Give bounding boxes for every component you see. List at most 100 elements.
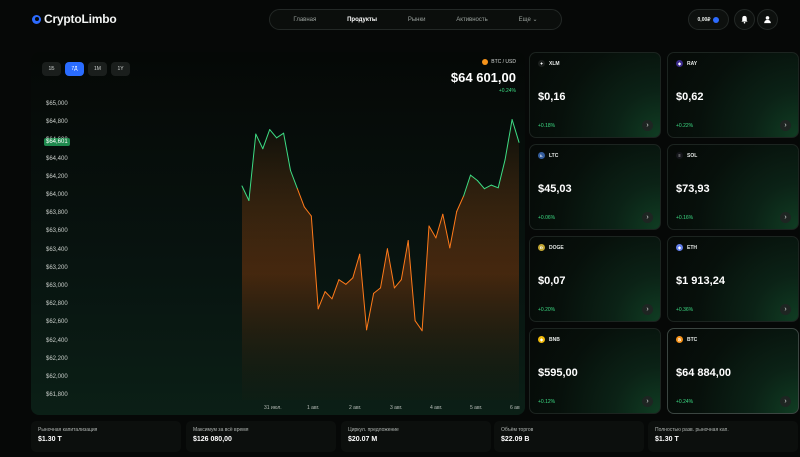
nav-item-activity[interactable]: Активность (456, 17, 488, 23)
coin-symbol: RAY (687, 60, 698, 67)
coin-price: $1 913,24 (676, 275, 725, 287)
stat-card: Объём торгов $22.09 B (494, 421, 644, 452)
coin-card-bnb[interactable]: ◆ BNB $595,00 +0.12% › (529, 328, 661, 414)
stat-label: Рыночная капитализация (38, 427, 98, 433)
coin-card-header: ≡ SOL (676, 152, 697, 159)
arrow-right-icon[interactable]: › (642, 120, 653, 131)
coin-card-header: Ð DOGE (538, 244, 564, 251)
coin-card-ray[interactable]: ◆ RAY $0,62 +0.22% › (667, 52, 799, 138)
coin-change: +0.12% (538, 399, 556, 405)
nav-item-more[interactable]: Еще ⌄ (519, 16, 538, 23)
y-axis-label: $61,800 (46, 392, 68, 399)
y-axis-label: $65,000 (46, 101, 68, 107)
y-axis-label: $63,600 (46, 228, 68, 235)
btc-icon (482, 59, 489, 65)
eth-icon: ◆ (676, 244, 683, 251)
arrow-right-icon[interactable]: › (642, 396, 653, 407)
wallet-balance-button[interactable]: 0,00₽ (688, 9, 729, 30)
coin-change: +0.06% (538, 215, 556, 221)
y-axis-label: $64,400 (46, 155, 68, 162)
y-axis-label: $62,200 (46, 355, 68, 362)
y-axis-label: $64,200 (46, 173, 68, 180)
coin-card-header: ◆ ETH (676, 244, 697, 251)
coin-symbol: BTC (687, 336, 698, 343)
timeframe-7d[interactable]: 7Д (65, 62, 84, 76)
stat-card: Полностью разв. рыночная кап. $1.30 T (648, 421, 798, 452)
y-axis-label: $62,000 (46, 374, 68, 380)
nav-item-home[interactable]: Главная (293, 17, 316, 23)
user-icon (764, 16, 771, 24)
coin-change: +0.18% (538, 123, 556, 129)
ray-icon: ◆ (676, 60, 683, 67)
coin-price: $64 884,00 (676, 367, 732, 379)
price-change: +0.24% (498, 88, 516, 94)
arrow-right-icon[interactable]: › (780, 212, 791, 223)
coin-symbol: SOL (687, 152, 698, 159)
price-chart (241, 119, 520, 400)
arrow-right-icon[interactable]: › (780, 120, 791, 131)
x-axis-label: 4 авг. (430, 405, 443, 411)
wallet-icon (713, 16, 720, 23)
stat-value: $20.07 M (348, 436, 378, 443)
app-logo[interactable]: CryptoLimbo (32, 12, 117, 26)
current-price-badge: $64,601 (44, 138, 70, 146)
nav-item-more-label: Еще (518, 17, 531, 23)
coin-card-header: ✦ XLM (538, 60, 560, 67)
timeframe-selector: 1Б 7Д 1М 1Y (42, 62, 130, 76)
profile-button[interactable] (757, 9, 778, 30)
timeframe-1m[interactable]: 1М (88, 62, 107, 76)
coin-change: +0.20% (538, 307, 556, 313)
y-axis-label: $63,800 (46, 210, 68, 217)
x-axis-label: 3 авг. (390, 405, 403, 411)
coin-price: $0,07 (538, 275, 566, 287)
chart-area-fill (242, 119, 519, 400)
coin-symbol: ETH (687, 244, 697, 251)
coin-card-sol[interactable]: ≡ SOL $73,93 +0.16% › (667, 144, 799, 230)
coin-price: $0,62 (676, 91, 704, 103)
coin-price: $0,16 (538, 91, 566, 103)
coin-change: +0.24% (676, 399, 694, 405)
coin-card-header: ₿ BTC (676, 336, 697, 343)
bell-icon (741, 15, 748, 24)
coin-change: +0.22% (676, 123, 694, 129)
coin-card-btc[interactable]: ₿ BTC $64 884,00 +0.24% › (667, 328, 799, 414)
coin-symbol: DOGE (549, 244, 564, 251)
stat-label: Максимум за всё время (193, 427, 249, 433)
coin-symbol: XLM (549, 60, 560, 67)
stat-value: $126 080,00 (193, 436, 232, 443)
timeframe-1d[interactable]: 1Б (42, 62, 61, 76)
stat-value: $22.09 B (501, 436, 530, 443)
arrow-right-icon[interactable]: › (642, 304, 653, 315)
coin-symbol: BNB (549, 336, 560, 343)
xlm-icon: ✦ (538, 60, 545, 67)
coin-card-xlm[interactable]: ✦ XLM $0,16 +0.18% › (529, 52, 661, 138)
coin-card-eth[interactable]: ◆ ETH $1 913,24 +0.36% › (667, 236, 799, 322)
coin-card-header: ◆ BNB (538, 336, 560, 343)
arrow-right-icon[interactable]: › (780, 304, 791, 315)
arrow-right-icon[interactable]: › (642, 212, 653, 223)
coin-card-ltc[interactable]: Ł LTC $45,03 +0.06% › (529, 144, 661, 230)
y-axis-label: $63,200 (46, 264, 68, 271)
arrow-right-icon[interactable]: › (780, 396, 791, 407)
y-axis-label: $62,400 (46, 337, 68, 344)
notifications-button[interactable] (734, 9, 755, 30)
chart-area-path (242, 119, 519, 400)
bnb-icon: ◆ (538, 336, 545, 343)
stat-label: Циркул. предложение (348, 427, 399, 433)
coin-price: $45,03 (538, 183, 572, 195)
nav-item-markets[interactable]: Рынки (408, 17, 426, 23)
coin-card-header: Ł LTC (538, 152, 558, 159)
stat-label: Полностью разв. рыночная кап. (655, 427, 729, 433)
coin-price: $73,93 (676, 183, 710, 195)
coin-symbol: LTC (549, 152, 559, 159)
timeframe-1y[interactable]: 1Y (111, 62, 130, 76)
main-nav: Главная Продукты Рынки Активность Еще ⌄ (269, 9, 562, 30)
coin-card-doge[interactable]: Ð DOGE $0,07 +0.20% › (529, 236, 661, 322)
logo-icon (32, 14, 41, 24)
stat-label: Объём торгов (501, 427, 534, 433)
stat-value: $1.30 T (655, 436, 679, 443)
stat-card: Рыночная капитализация $1.30 T (31, 421, 181, 452)
coin-card-header: ◆ RAY (676, 60, 697, 67)
coin-price: $595,00 (538, 367, 578, 379)
nav-item-products[interactable]: Продукты (347, 17, 377, 23)
